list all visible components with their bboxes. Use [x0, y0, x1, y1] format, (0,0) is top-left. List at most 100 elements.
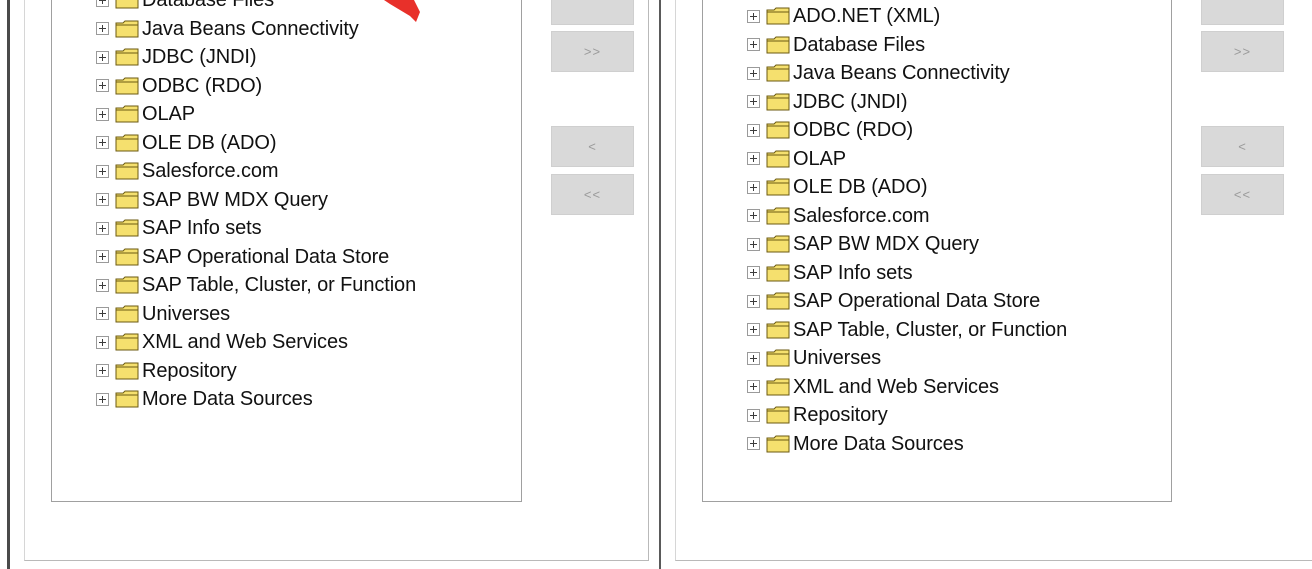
tree-node-label: SAP Table, Cluster, or Function — [793, 318, 1068, 341]
plus-box-icon[interactable] — [747, 38, 760, 52]
right-dialog-panel: ADO.NET (XML) Database Files Java Beans Co… — [661, 0, 1312, 569]
folder-icon — [766, 378, 790, 396]
add-button[interactable] — [1201, 0, 1284, 25]
tree-node[interactable]: SAP Table, Cluster, or Function — [747, 316, 1067, 345]
remove-button[interactable]: < — [1201, 126, 1284, 167]
add-button[interactable] — [551, 0, 634, 25]
plus-box-icon[interactable] — [96, 392, 109, 406]
plus-box-icon[interactable] — [747, 209, 760, 223]
tree-node[interactable]: ODBC (RDO) — [747, 116, 1067, 145]
tree-node[interactable]: Java Beans Connectivity — [96, 15, 416, 44]
tree-node[interactable]: Java Beans Connectivity — [747, 59, 1067, 88]
tree-node[interactable]: More Data Sources — [96, 385, 416, 414]
folder-icon — [115, 0, 139, 9]
plus-box-icon[interactable] — [96, 0, 109, 7]
red-arrow-icon — [384, 0, 420, 22]
plus-box-icon[interactable] — [747, 380, 760, 394]
folder-icon — [115, 333, 139, 351]
remove-button[interactable]: < — [551, 126, 634, 167]
tree-node[interactable]: Repository — [747, 401, 1067, 430]
folder-icon — [115, 276, 139, 294]
tree-node-label: Universes — [142, 302, 231, 325]
plus-box-icon[interactable] — [96, 164, 109, 178]
tree-node-label: SAP BW MDX Query — [793, 233, 979, 256]
tree-node-label: SAP Operational Data Store — [793, 290, 1041, 313]
plus-box-icon[interactable] — [96, 307, 109, 321]
tree-node-label: SAP Info sets — [142, 217, 262, 240]
plus-box-icon[interactable] — [747, 266, 760, 280]
plus-box-icon[interactable] — [96, 107, 109, 121]
folder-icon — [766, 178, 790, 196]
folder-icon — [766, 235, 790, 253]
plus-box-icon[interactable] — [96, 221, 109, 235]
plus-box-icon[interactable] — [96, 136, 109, 150]
tree-node[interactable]: JDBC (JNDI) — [96, 43, 416, 72]
plus-box-icon[interactable] — [96, 364, 109, 378]
tree-node[interactable]: OLE DB (ADO) — [96, 129, 416, 158]
plus-box-icon[interactable] — [747, 351, 760, 365]
tree-node[interactable]: Database Files — [747, 31, 1067, 60]
folder-icon — [766, 64, 790, 82]
tree-node-label: Database Files — [142, 0, 274, 12]
left-data-source-tree[interactable]: Database Files Java Beans Connectivity JDB… — [51, 0, 522, 502]
tree-node[interactable]: ODBC (RDO) — [96, 72, 416, 101]
tree-node[interactable]: SAP Operational Data Store — [747, 287, 1067, 316]
plus-box-icon[interactable] — [747, 237, 760, 251]
plus-box-icon[interactable] — [747, 437, 760, 451]
plus-box-icon[interactable] — [96, 79, 109, 93]
remove-all-button[interactable]: << — [551, 174, 634, 215]
right-data-source-tree[interactable]: ADO.NET (XML) Database Files Java Beans Co… — [702, 0, 1172, 502]
tree-node[interactable]: Universes — [747, 344, 1067, 373]
tree-node[interactable]: Salesforce.com — [96, 157, 416, 186]
plus-box-icon[interactable] — [96, 278, 109, 292]
plus-box-icon[interactable] — [747, 123, 760, 137]
tree-node-label: Java Beans Connectivity — [793, 62, 1010, 85]
tree-node[interactable]: XML and Web Services — [747, 373, 1067, 402]
plus-box-icon[interactable] — [747, 323, 760, 337]
tree-node[interactable]: SAP BW MDX Query — [96, 186, 416, 215]
remove-all-button[interactable]: << — [1201, 174, 1284, 215]
plus-box-icon[interactable] — [747, 294, 760, 308]
plus-box-icon[interactable] — [96, 193, 109, 207]
plus-box-icon[interactable] — [96, 335, 109, 349]
plus-box-icon[interactable] — [747, 152, 760, 166]
add-all-button[interactable]: >> — [551, 31, 634, 72]
tree-node[interactable]: Salesforce.com — [747, 202, 1067, 231]
right-tree-list: ADO.NET (XML) Database Files Java Beans Co… — [747, 2, 1067, 458]
plus-box-icon[interactable] — [747, 95, 760, 109]
tree-node[interactable]: Database Files — [96, 0, 416, 15]
tree-node[interactable]: SAP Info sets — [747, 259, 1067, 288]
folder-icon — [766, 93, 790, 111]
folder-icon — [766, 321, 790, 339]
tree-node[interactable]: SAP BW MDX Query — [747, 230, 1067, 259]
tree-node[interactable]: OLE DB (ADO) — [747, 173, 1067, 202]
folder-icon — [766, 207, 790, 225]
tree-node[interactable]: Universes — [96, 300, 416, 329]
tree-node[interactable]: OLAP — [96, 100, 416, 129]
tree-node-label: Salesforce.com — [142, 160, 279, 183]
plus-box-icon[interactable] — [96, 22, 109, 36]
folder-icon — [766, 7, 790, 25]
plus-box-icon[interactable] — [747, 180, 760, 194]
tree-node[interactable]: ADO.NET (XML) — [747, 2, 1067, 31]
tree-node[interactable]: Repository — [96, 357, 416, 386]
tree-node[interactable]: OLAP — [747, 145, 1067, 174]
tree-node[interactable]: SAP Operational Data Store — [96, 243, 416, 272]
plus-box-icon[interactable] — [747, 408, 760, 422]
tree-node-label: OLAP — [793, 147, 846, 170]
plus-box-icon[interactable] — [747, 9, 760, 23]
tree-node-label: SAP Table, Cluster, or Function — [142, 274, 417, 297]
folder-icon — [115, 20, 139, 38]
folder-icon — [766, 121, 790, 139]
tree-node[interactable]: XML and Web Services — [96, 328, 416, 357]
folder-icon — [766, 292, 790, 310]
tree-node-label: More Data Sources — [793, 432, 964, 455]
tree-node[interactable]: SAP Info sets — [96, 214, 416, 243]
plus-box-icon[interactable] — [96, 50, 109, 64]
tree-node[interactable]: JDBC (JNDI) — [747, 88, 1067, 117]
tree-node[interactable]: More Data Sources — [747, 430, 1067, 459]
plus-box-icon[interactable] — [96, 250, 109, 264]
plus-box-icon[interactable] — [747, 66, 760, 80]
add-all-button[interactable]: >> — [1201, 31, 1284, 72]
tree-node[interactable]: SAP Table, Cluster, or Function — [96, 271, 416, 300]
